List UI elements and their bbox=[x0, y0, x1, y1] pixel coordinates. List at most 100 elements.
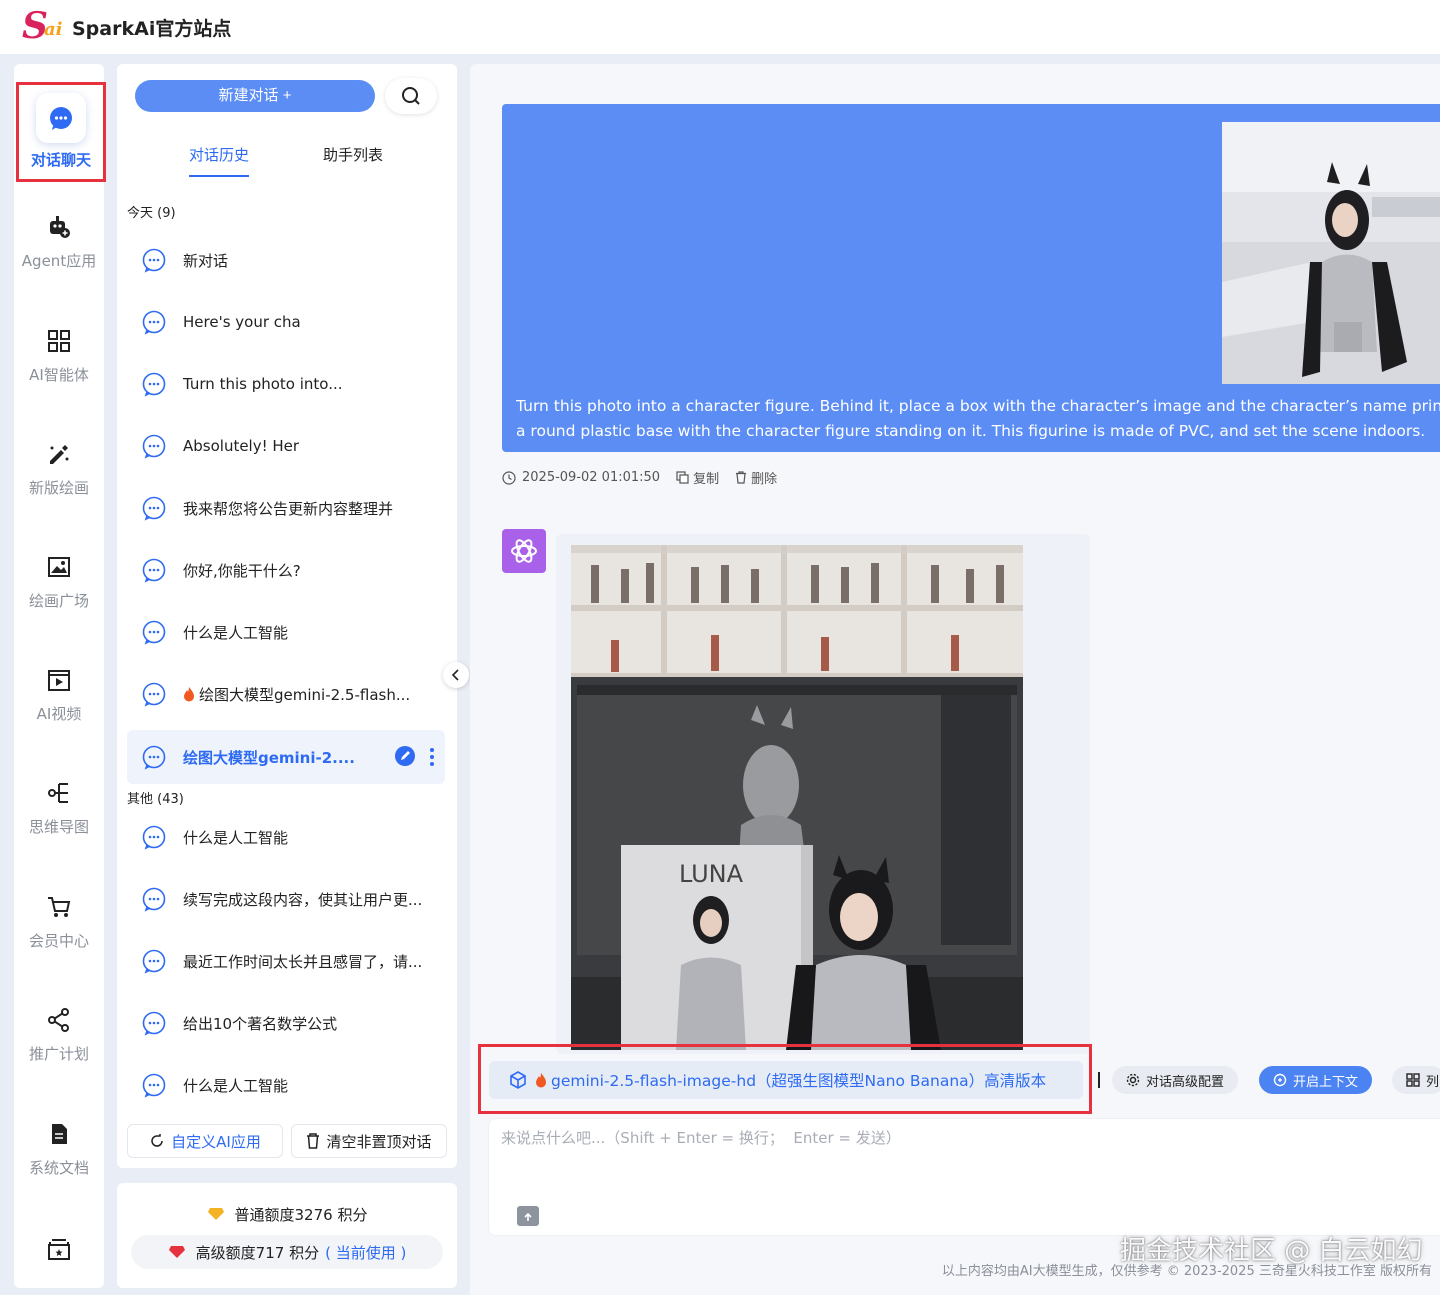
rail-item-membership[interactable]: 会员中心 bbox=[14, 894, 104, 951]
conversation-item[interactable]: 我来帮您将公告更新内容整理并 bbox=[127, 481, 445, 535]
conversation-title: 新对话 bbox=[183, 251, 229, 270]
normal-credits: 普通额度3276 积分 bbox=[131, 1197, 443, 1231]
message-meta: 2025-09-02 01:01:50 复制 删除 bbox=[502, 468, 793, 487]
advanced-config-button[interactable]: 对话高级配置 bbox=[1112, 1066, 1239, 1094]
tab-assistants[interactable]: 助手列表 bbox=[323, 144, 383, 165]
conversation-title: 我来帮您将公告更新内容整理并 bbox=[183, 499, 394, 518]
robot-icon bbox=[50, 216, 70, 238]
chat-main: Turn this photo into a character figure.… bbox=[470, 64, 1440, 1295]
normal-credits-text: 普通额度3276 积分 bbox=[234, 1205, 368, 1224]
rail-item-docs[interactable]: 系统文档 bbox=[14, 1121, 104, 1178]
flame-icon bbox=[184, 687, 194, 702]
box-brand-text: LUNA bbox=[679, 860, 744, 888]
upload-button[interactable] bbox=[517, 1206, 539, 1226]
timestamp-text: 2025-09-02 01:01:50 bbox=[522, 470, 661, 485]
conversation-item[interactable]: 你好,你能干什么? bbox=[127, 543, 445, 597]
conversation-title: 什么是人工智能 bbox=[183, 1076, 289, 1095]
enable-context-label: 开启上下文 bbox=[1293, 1074, 1359, 1090]
custom-ai-app-button[interactable]: 自定义AI应用 bbox=[127, 1124, 283, 1158]
conversation-item[interactable]: 给出10个著名数学公式 bbox=[127, 996, 445, 1050]
rail-item-gallery[interactable]: 绘画广场 bbox=[14, 554, 104, 611]
enable-context-button[interactable]: 开启上下文 bbox=[1259, 1066, 1373, 1094]
chat-outline-icon bbox=[142, 558, 166, 583]
clock-icon bbox=[502, 470, 516, 485]
collapse-sidebar-button[interactable] bbox=[443, 662, 469, 688]
site-name: SparkAi官方站点 bbox=[72, 17, 232, 40]
chat-outline-icon bbox=[142, 620, 166, 645]
archive-icon bbox=[48, 1239, 70, 1260]
footer-disclaimer: 以上内容均由AI大模型生成，仅供参考 © 2023-2025 三奇星火科技工作室… bbox=[941, 1264, 1432, 1279]
share-icon bbox=[48, 1008, 69, 1032]
refresh-icon bbox=[151, 1134, 163, 1147]
model-name: gemini-2.5-flash-image-hd（超强生图模型Nano Ban… bbox=[551, 1072, 1047, 1090]
chat-outline-icon bbox=[142, 496, 166, 521]
rail-item-chat[interactable]: 对话聊天 bbox=[16, 82, 106, 182]
conversation-item[interactable]: Here's your cha bbox=[127, 295, 445, 349]
rail-item-mindmap[interactable]: 思维导图 bbox=[14, 780, 104, 837]
rail-label: 新版绘画 bbox=[28, 479, 89, 497]
copy-icon bbox=[676, 471, 689, 484]
rail-label: 对话聊天 bbox=[30, 151, 91, 169]
logo[interactable]: Sai bbox=[22, 5, 63, 47]
trash-icon bbox=[307, 1133, 320, 1149]
conversation-item[interactable]: 绘图大模型gemini-2.... bbox=[127, 730, 445, 784]
message-input[interactable] bbox=[501, 1127, 1431, 1187]
user-message-text: Turn this photo into a character figure.… bbox=[516, 394, 1440, 444]
conversation-item[interactable]: 新对话 bbox=[127, 233, 445, 287]
rail-item-ai-agent[interactable]: AI智能体 bbox=[14, 328, 104, 385]
conversation-item[interactable]: 什么是人工智能 bbox=[127, 810, 445, 864]
left-rail: 对话聊天 Agent应用 AI智能体 新版绘画 绘画广场 AI视频 思维导图 会… bbox=[14, 64, 106, 1288]
cart-icon bbox=[48, 897, 71, 917]
clear-chats-label: 清空非置顶对话 bbox=[326, 1132, 432, 1151]
model-selector[interactable]: gemini-2.5-flash-image-hd（超强生图模型Nano Ban… bbox=[489, 1061, 1083, 1099]
rail-label: AI智能体 bbox=[29, 366, 89, 384]
more-vertical-icon[interactable] bbox=[429, 746, 435, 768]
clear-chats-button[interactable]: 清空非置顶对话 bbox=[291, 1124, 447, 1158]
conversation-item[interactable]: Turn this photo into... bbox=[127, 357, 445, 411]
generated-image[interactable]: LUNA bbox=[571, 545, 1023, 1050]
conversation-item[interactable]: 续写完成这段内容，使其让用户更... bbox=[127, 872, 445, 926]
rail-item-new-painting[interactable]: 新版绘画 bbox=[14, 441, 104, 498]
conversation-item[interactable]: Absolutely! Her bbox=[127, 419, 445, 473]
rail-item-promotion[interactable]: 推广计划 bbox=[14, 1007, 104, 1064]
more-options-button[interactable]: 列 bbox=[1392, 1066, 1440, 1094]
grid-icon bbox=[48, 330, 70, 352]
new-chat-button[interactable]: 新建对话 + bbox=[135, 80, 375, 112]
conversation-item[interactable]: 什么是人工智能 bbox=[127, 1058, 445, 1112]
rail-item-more[interactable] bbox=[14, 1236, 104, 1272]
gear-icon bbox=[1126, 1073, 1140, 1087]
credits-panel: 普通额度3276 积分 高级额度717 积分 ( 当前使用 ) bbox=[117, 1183, 457, 1288]
conversation-item[interactable]: 最近工作时间太长并且感冒了，请... bbox=[127, 934, 445, 988]
user-text-line: Turn this photo into a character figure.… bbox=[516, 397, 1440, 415]
chat-outline-icon bbox=[142, 310, 166, 335]
gold-diamond-icon bbox=[207, 1208, 224, 1220]
paint-brush-icon bbox=[50, 445, 69, 464]
chat-outline-icon bbox=[142, 434, 166, 459]
delete-button[interactable]: 删除 bbox=[735, 468, 777, 487]
conversation-title: Here's your cha bbox=[183, 313, 301, 331]
chat-outline-icon bbox=[142, 372, 166, 397]
context-bubble-icon bbox=[1273, 1073, 1287, 1087]
chat-outline-icon bbox=[142, 887, 166, 912]
bot-avatar bbox=[502, 529, 546, 573]
tab-history[interactable]: 对话历史 bbox=[189, 144, 250, 177]
conversation-item[interactable]: 什么是人工智能 bbox=[127, 605, 445, 659]
user-uploaded-photo[interactable] bbox=[1222, 122, 1440, 384]
edit-icon[interactable] bbox=[395, 746, 415, 766]
user-text-line: a round plastic base with the character … bbox=[516, 422, 1426, 440]
rail-item-ai-video[interactable]: AI视频 bbox=[14, 667, 104, 724]
conversation-panel: 新建对话 + 对话历史 助手列表 今天 (9) 新对话 Here's your c… bbox=[117, 64, 457, 1168]
premium-credits[interactable]: 高级额度717 积分 ( 当前使用 ) bbox=[131, 1235, 443, 1269]
search-button[interactable] bbox=[385, 78, 437, 114]
group-title-today: 今天 (9) bbox=[127, 206, 176, 221]
user-message: Turn this photo into a character figure.… bbox=[502, 104, 1440, 452]
rail-label: 系统文档 bbox=[28, 1159, 89, 1177]
chat-outline-icon bbox=[142, 825, 166, 850]
red-diamond-icon bbox=[168, 1246, 185, 1258]
conversation-item[interactable]: 绘图大模型gemini-2.5-flash... bbox=[127, 667, 445, 721]
chat-outline-icon bbox=[142, 1073, 166, 1098]
copy-button[interactable]: 复制 bbox=[676, 468, 719, 487]
conversation-title: 续写完成这段内容，使其让用户更... bbox=[183, 890, 423, 909]
current-use-tag: ( 当前使用 ) bbox=[325, 1243, 407, 1262]
rail-item-agent[interactable]: Agent应用 bbox=[14, 214, 104, 271]
